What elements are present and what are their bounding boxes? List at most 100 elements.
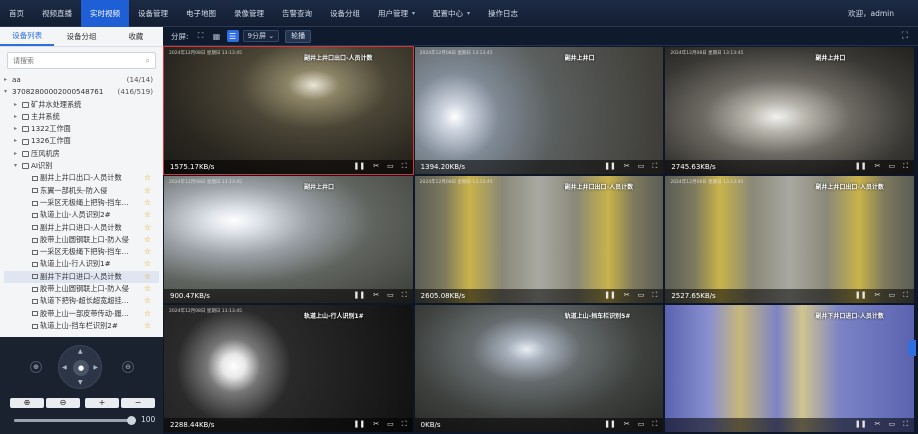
- fullscreen-layout-icon[interactable]: ⛶: [195, 30, 207, 42]
- tree-node[interactable]: 胶带上山一部皮带传动-履... ☆: [4, 308, 159, 320]
- screenshot-icon[interactable]: ✂: [624, 162, 630, 171]
- star-icon[interactable]: ☆: [144, 209, 151, 221]
- pause-icon[interactable]: ❚❚: [604, 291, 616, 300]
- left-arrow-icon[interactable]: ◀: [62, 364, 67, 371]
- pause-icon[interactable]: ❚❚: [855, 162, 867, 171]
- fullscreen-icon[interactable]: ⛶: [903, 162, 908, 171]
- star-icon[interactable]: ☆: [144, 234, 151, 246]
- star-icon[interactable]: ☆: [144, 246, 151, 258]
- star-icon[interactable]: ☆: [144, 258, 151, 270]
- zoom-out-icon[interactable]: ⊖: [122, 361, 134, 373]
- nav-item-0[interactable]: 首页: [0, 0, 33, 27]
- screenshot-icon[interactable]: ✂: [373, 420, 379, 429]
- tree-node[interactable]: 东翼一部机头-防入侵 ☆: [4, 185, 159, 197]
- nav-item-3[interactable]: 设备管理: [129, 0, 177, 27]
- nav-item-1[interactable]: 视频直播: [33, 0, 81, 27]
- search-icon[interactable]: ⌕: [146, 56, 150, 66]
- fullscreen-icon[interactable]: ⛶: [402, 291, 407, 300]
- star-icon[interactable]: ☆: [144, 172, 151, 184]
- fullscreen-icon[interactable]: ⛶: [402, 162, 407, 171]
- record-icon[interactable]: ▭: [888, 291, 895, 300]
- fullscreen-icon[interactable]: ⛶: [902, 31, 908, 41]
- screenshot-icon[interactable]: ✂: [875, 420, 881, 429]
- star-icon[interactable]: ☆: [144, 271, 151, 283]
- microphone-icon[interactable]: ●: [73, 360, 89, 376]
- grid-layout-icon[interactable]: ▦: [211, 30, 223, 42]
- record-icon[interactable]: ▭: [888, 420, 895, 429]
- tree-node[interactable]: 轨道上山-行人识别1# ☆: [4, 258, 159, 270]
- pause-icon[interactable]: ❚❚: [855, 291, 867, 300]
- star-icon[interactable]: ☆: [144, 222, 151, 234]
- record-icon[interactable]: ▭: [387, 291, 394, 300]
- sidebar-tab-0[interactable]: 设备列表: [0, 27, 55, 46]
- nav-item-8[interactable]: 用户管理 ▾: [369, 0, 424, 27]
- record-icon[interactable]: ▭: [387, 162, 394, 171]
- tree-node[interactable]: ▸ 1322工作面: [4, 123, 159, 135]
- down-arrow-icon[interactable]: ▼: [78, 379, 83, 386]
- nav-item-7[interactable]: 设备分组: [321, 0, 369, 27]
- fullscreen-icon[interactable]: ⛶: [903, 291, 908, 300]
- tree-node[interactable]: ▸ aa (14/14): [4, 74, 159, 86]
- record-icon[interactable]: ▭: [387, 420, 394, 429]
- star-icon[interactable]: ☆: [144, 197, 151, 209]
- pause-icon[interactable]: ❚❚: [354, 291, 366, 300]
- screenshot-icon[interactable]: ✂: [875, 291, 881, 300]
- screenshot-icon[interactable]: ✂: [624, 291, 630, 300]
- pause-icon[interactable]: ❚❚: [604, 420, 616, 429]
- tree-node[interactable]: 一采区无极绳上把钩-挡车... ☆: [4, 197, 159, 209]
- sidebar-tab-2[interactable]: 收藏: [109, 27, 163, 46]
- nav-item-6[interactable]: 告警查询: [273, 0, 321, 27]
- star-icon[interactable]: ☆: [144, 295, 151, 307]
- plus-button[interactable]: +: [85, 398, 119, 408]
- screenshot-icon[interactable]: ✂: [875, 162, 881, 171]
- fullscreen-icon[interactable]: ⛶: [652, 291, 657, 300]
- star-icon[interactable]: ☆: [144, 308, 151, 320]
- tree-node[interactable]: 轨道上山-挡车栏识别2# ☆: [4, 320, 159, 332]
- fullscreen-icon[interactable]: ⛶: [652, 162, 657, 171]
- nav-item-4[interactable]: 电子地图: [177, 0, 225, 27]
- sidebar-tab-1[interactable]: 设备分组: [54, 27, 108, 46]
- tree-node[interactable]: 副井下井口进口-人员计数 ☆: [4, 270, 159, 284]
- speed-slider[interactable]: [14, 416, 136, 425]
- pause-icon[interactable]: ❚❚: [354, 162, 366, 171]
- pause-icon[interactable]: ❚❚: [354, 420, 366, 429]
- record-icon[interactable]: ▭: [888, 162, 895, 171]
- tree-node[interactable]: 副井上井口进口-人员计数 ☆: [4, 222, 159, 234]
- zoom-in-icon[interactable]: ⊕: [30, 361, 42, 373]
- device-search-input[interactable]: [13, 56, 146, 65]
- screenshot-icon[interactable]: ✂: [373, 291, 379, 300]
- tree-node[interactable]: 轨道上山-人员识别2# ☆: [4, 209, 159, 221]
- screenshot-icon[interactable]: ✂: [624, 420, 630, 429]
- split-select[interactable]: 9分屏 ⌄: [242, 30, 280, 42]
- tree-node[interactable]: ▸ 1326工作面: [4, 135, 159, 147]
- video-cell-6[interactable]: 2024年12月08日 星期日 13:13:45 副井上井口出口-人员计数 2527…: [665, 176, 914, 303]
- tree-node[interactable]: ▾ AI识别: [4, 160, 159, 172]
- speed-slider-knob[interactable]: [127, 416, 136, 425]
- star-icon[interactable]: ☆: [144, 320, 151, 332]
- video-cell-3[interactable]: 2024年12月08日 星期日 13:13:45 副井上井口 2745.63KB/s…: [665, 47, 914, 174]
- tree-node[interactable]: 副井上井口出口-人员计数 ☆: [4, 172, 159, 184]
- video-cell-9[interactable]: 副井下井口进口-人员计数 ❚❚ ✂ ▭ ⛶: [665, 305, 914, 432]
- side-collapse-handle[interactable]: [908, 340, 916, 356]
- fullscreen-icon[interactable]: ⛶: [402, 420, 407, 429]
- minus-button[interactable]: −: [121, 398, 155, 408]
- focus-far-button[interactable]: ⊖: [46, 398, 80, 408]
- fullscreen-icon[interactable]: ⛶: [652, 420, 657, 429]
- tree-node[interactable]: ▾ 37082800002000548761 (416/519): [4, 86, 159, 98]
- nav-item-10[interactable]: 操作日志: [479, 0, 527, 27]
- video-cell-2[interactable]: 2024年12月08日 星期日 13:13:45 副井上井口 1394.20KB/s…: [414, 47, 664, 174]
- video-cell-8[interactable]: 轨道上山-挡车栏识别5# 0KB/s ❚❚ ✂ ▭ ⛶: [414, 305, 664, 432]
- tree-node[interactable]: ▸ 主井系统: [4, 111, 159, 123]
- tree-node[interactable]: 胶带上山圆钢联上口-防入侵 ☆: [4, 283, 159, 295]
- tree-node[interactable]: 轨道下把钩-超长超宽超挂... ☆: [4, 295, 159, 307]
- nav-item-2[interactable]: 实时视频: [81, 0, 129, 27]
- focus-near-button[interactable]: ⊕: [10, 398, 44, 408]
- record-icon[interactable]: ▭: [638, 162, 645, 171]
- carousel-button[interactable]: 轮播: [285, 29, 312, 43]
- pause-icon[interactable]: ❚❚: [604, 162, 616, 171]
- nav-item-9[interactable]: 配置中心 ▾: [424, 0, 479, 27]
- direction-pad[interactable]: ▲ ▼ ◀ ▶ ●: [58, 345, 102, 389]
- video-cell-7[interactable]: 2024年12月08日 星期日 13:13:45 轨道上山-行人识别1# 2288.…: [164, 305, 413, 432]
- right-arrow-icon[interactable]: ▶: [93, 364, 98, 371]
- video-cell-5[interactable]: 2024年12月08日 星期日 13:13:45 副井上井口出口-人员计数 2605…: [414, 176, 664, 303]
